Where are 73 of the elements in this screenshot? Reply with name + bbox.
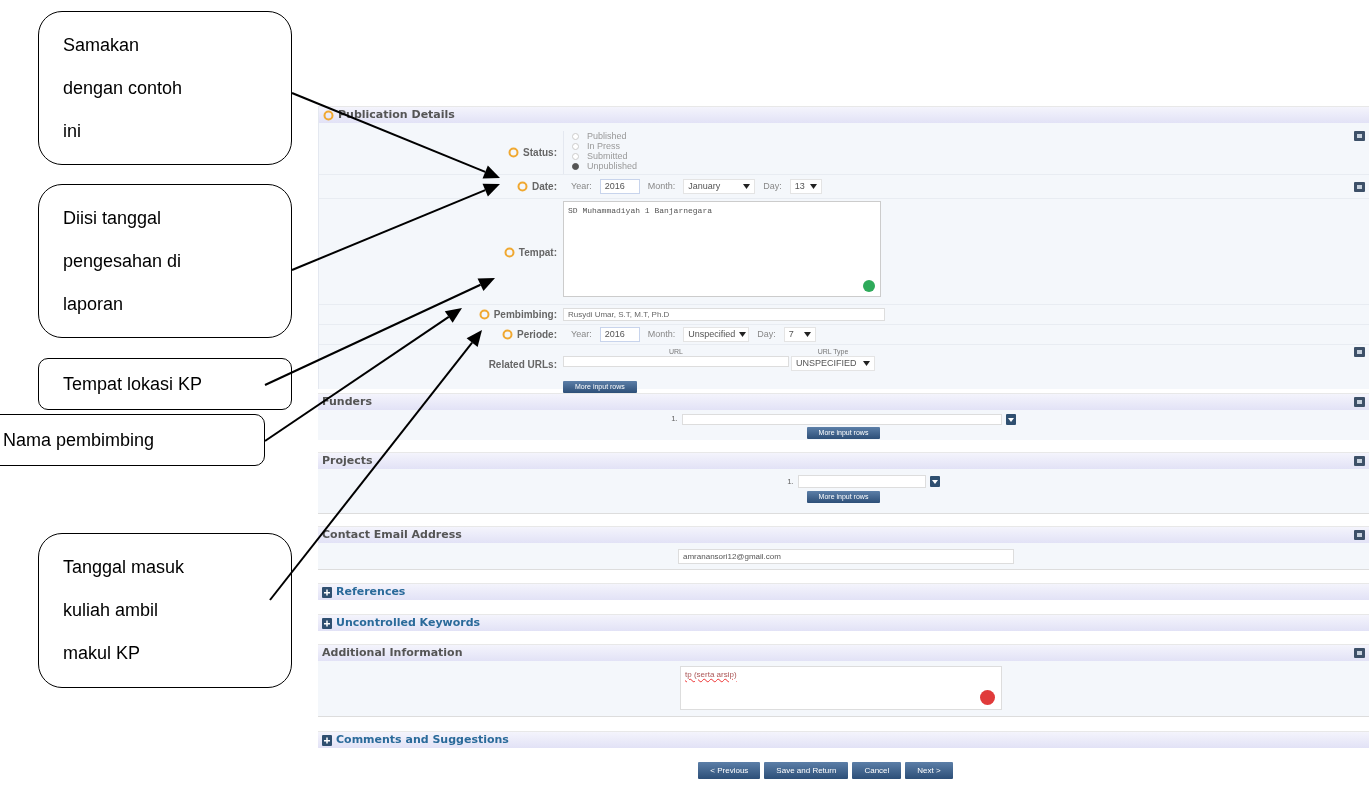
field-label: Day: [757, 327, 776, 341]
spellcheck-error-icon [980, 690, 995, 705]
plus-icon[interactable] [322, 586, 332, 598]
ring-icon [502, 329, 513, 340]
caret-icon [809, 184, 817, 189]
tempat-textarea[interactable]: SD Muhammadiyah 1 Banjarnegara [563, 201, 881, 297]
callout-text: Nama pembimbing [3, 429, 155, 452]
info-textarea[interactable]: tp (serta arsip) [680, 666, 1002, 710]
help-icon[interactable] [1354, 131, 1365, 141]
section-title: Comments and Suggestions [336, 731, 509, 748]
day-select[interactable]: 7 [783, 327, 816, 342]
section-title: Funders [322, 393, 372, 410]
url-type-select[interactable]: UNSPECIFIED [791, 356, 875, 371]
field-label: Related URLs: [488, 358, 557, 372]
project-field[interactable] [797, 475, 926, 488]
section-title: Additional Information [322, 644, 463, 661]
plus-icon[interactable] [322, 617, 332, 629]
callout-text: Tempat lokasi KP [63, 373, 203, 396]
arrow-down-icon[interactable] [929, 476, 940, 487]
caret-icon [803, 332, 811, 337]
month-select[interactable]: Unspecified [683, 327, 750, 342]
ring-icon [478, 309, 490, 320]
section-title: Uncontrolled Keywords [336, 614, 481, 631]
section-header[interactable]: Comments and Suggestions [318, 731, 1369, 748]
field-label: Tempat: [518, 246, 557, 260]
month-select[interactable]: January [683, 179, 756, 194]
help-icon[interactable] [1354, 530, 1365, 540]
form-button[interactable]: Cancel [852, 762, 902, 779]
radio-button[interactable] [572, 162, 579, 170]
caret-icon [743, 184, 751, 189]
help-icon[interactable] [1354, 648, 1365, 658]
section-title: Projects [322, 452, 373, 469]
day-select[interactable]: 13 [789, 179, 822, 194]
year-field[interactable]: 2016 [599, 179, 640, 194]
field-label: Pembimbing: [493, 308, 557, 322]
field-label: Status: [523, 146, 557, 160]
field-label: Month: [647, 327, 676, 341]
ring-icon [503, 247, 515, 258]
callout-text: Tanggal masuk kuliah ambil makul KP [63, 556, 186, 665]
callout-text: Samakan dengan contoh ini [63, 34, 184, 143]
plus-icon[interactable] [322, 734, 332, 746]
ring-icon [508, 147, 520, 158]
email-field[interactable]: amranansori12@gmail.com [678, 548, 1014, 564]
funder-field[interactable] [681, 413, 1002, 425]
form-button[interactable]: Next > [905, 762, 953, 779]
ring-icon [517, 181, 528, 192]
field-label: Month: [647, 179, 676, 193]
spellcheck-ok-icon [863, 280, 875, 292]
field-label: Periode: [517, 328, 557, 342]
form-button[interactable]: Save and Return [764, 762, 849, 779]
section-header[interactable]: References [318, 583, 1369, 600]
caret-icon [739, 332, 747, 337]
url-field[interactable] [563, 356, 789, 367]
field-label: Day: [763, 179, 782, 193]
arrow-down-icon[interactable] [1005, 413, 1016, 425]
field-label: Date: [532, 180, 557, 194]
help-icon[interactable] [1354, 347, 1365, 357]
help-icon[interactable] [1354, 397, 1365, 407]
row-number: 1. [671, 413, 678, 425]
form-button[interactable]: < Previous [698, 762, 761, 779]
field-label: Year: [571, 327, 592, 341]
section-title: References [336, 583, 406, 600]
section-header[interactable]: Uncontrolled Keywords [318, 614, 1369, 631]
field-label: Year: [571, 179, 592, 193]
callout-text: Diisi tanggal pengesahan di laporan [63, 207, 183, 316]
caret-icon [863, 361, 870, 366]
ring-icon [323, 109, 334, 121]
section-title: Contact Email Address [322, 526, 462, 543]
pembimbing-field[interactable]: Rusydi Umar, S.T, M.T, Ph.D [563, 308, 885, 321]
year-field[interactable]: 2016 [599, 327, 640, 342]
help-icon[interactable] [1354, 181, 1365, 192]
help-icon[interactable] [1354, 456, 1365, 466]
row-number: 1. [787, 475, 794, 488]
